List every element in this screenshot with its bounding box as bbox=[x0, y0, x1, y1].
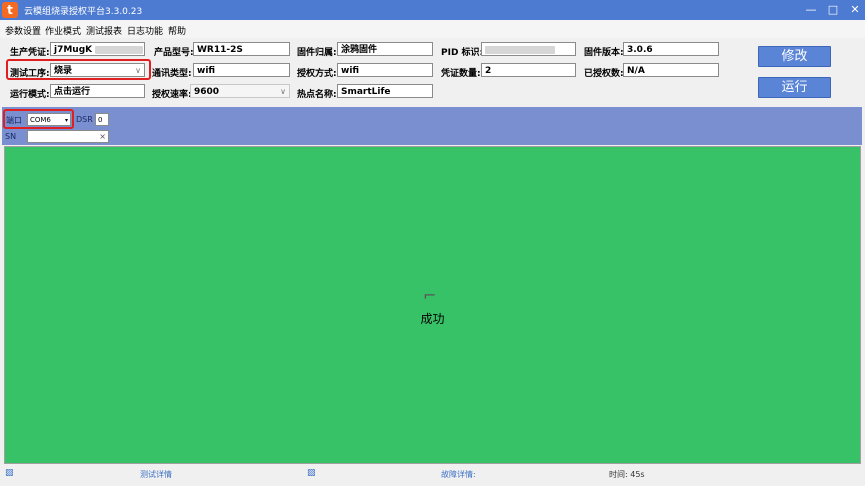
maximize-button[interactable]: □ bbox=[825, 2, 841, 18]
chevron-down-icon: ∨ bbox=[280, 87, 286, 96]
auth-method-label: 授权方式: bbox=[297, 69, 337, 79]
firmware-version-label: 固件版本: bbox=[584, 48, 624, 58]
title-bar: t 云模组烧录授权平台3.3.0.23 — □ ✕ bbox=[0, 0, 865, 20]
redacted-block bbox=[485, 45, 555, 54]
firmware-version-field[interactable]: 3.0.6 bbox=[623, 42, 719, 56]
redacted-block bbox=[95, 45, 144, 54]
sn-bar bbox=[2, 127, 862, 145]
run-mode-label: 运行模式: bbox=[10, 90, 50, 100]
fault-details-label: 故障详情: bbox=[441, 470, 476, 479]
hotspot-name-label: 热点名称: bbox=[297, 90, 337, 100]
dsr-field[interactable]: 0 bbox=[95, 113, 109, 126]
product-model-label: 产品型号: bbox=[154, 48, 194, 58]
status-text: 成功 bbox=[420, 312, 445, 326]
minimize-button[interactable]: — bbox=[803, 2, 819, 18]
pid-label: PID 标识: bbox=[441, 48, 484, 58]
modify-button[interactable]: 修改 bbox=[758, 46, 831, 67]
menu-bar: 参数设置 作业模式 测试报表 日志功能 帮助 bbox=[0, 20, 865, 38]
auth-rate-label: 授权速率: bbox=[152, 90, 192, 100]
production-credential-label: 生产凭证: bbox=[10, 48, 50, 58]
run-button[interactable]: 运行 bbox=[758, 77, 831, 98]
hotspot-name-field[interactable]: SmartLife bbox=[337, 84, 433, 98]
production-credential-field[interactable]: j7MugK bbox=[50, 42, 145, 56]
comm-type-field[interactable]: wifi bbox=[193, 63, 290, 77]
test-details-link[interactable]: 测试详情 bbox=[140, 469, 172, 480]
production-credential-value: j7MugK bbox=[54, 45, 93, 55]
menu-item-work-mode[interactable]: 作业模式 bbox=[45, 24, 81, 37]
menu-item-parameter-settings[interactable]: 参数设置 bbox=[5, 24, 41, 37]
firmware-owner-label: 固件归属: bbox=[297, 48, 337, 58]
close-button[interactable]: ✕ bbox=[847, 2, 863, 18]
cursor-icon: ⌐ bbox=[423, 286, 437, 305]
credential-count-field[interactable]: 2 bbox=[481, 63, 576, 77]
credential-count-label: 凭证数量: bbox=[441, 69, 481, 79]
status-panel bbox=[4, 146, 861, 464]
app-logo-icon: t bbox=[2, 2, 18, 18]
clear-icon[interactable]: × bbox=[99, 131, 106, 143]
menu-item-log-functions[interactable]: 日志功能 bbox=[127, 24, 163, 37]
sn-input[interactable]: × bbox=[27, 130, 109, 143]
comm-type-label: 通讯类型: bbox=[152, 69, 192, 79]
auth-rate-select[interactable]: 9600 ∨ bbox=[190, 84, 290, 98]
authorized-count-label: 已授权数: bbox=[584, 69, 624, 79]
highlight-port bbox=[3, 109, 74, 129]
menu-item-help[interactable]: 帮助 bbox=[168, 24, 186, 37]
sn-label: SN bbox=[5, 132, 17, 141]
details-icon[interactable]: ▨ bbox=[307, 468, 317, 478]
pid-field[interactable] bbox=[481, 42, 576, 56]
run-mode-field[interactable]: 点击运行 bbox=[50, 84, 145, 98]
dsr-label: DSR bbox=[76, 115, 93, 124]
window-title: 云模组烧录授权平台3.3.0.23 bbox=[24, 7, 143, 17]
firmware-owner-field[interactable]: 涂鸦固件 bbox=[337, 42, 433, 56]
highlight-test-process bbox=[6, 59, 151, 80]
menu-item-test-report[interactable]: 测试报表 bbox=[86, 24, 122, 37]
details-icon[interactable]: ▨ bbox=[5, 468, 15, 478]
port-bar bbox=[2, 107, 862, 127]
authorized-count-field[interactable]: N/A bbox=[623, 63, 719, 77]
elapsed-time: 时间: 45s bbox=[609, 470, 645, 479]
auth-rate-value: 9600 bbox=[194, 87, 220, 97]
product-model-field[interactable]: WR11-2S bbox=[193, 42, 290, 56]
auth-method-field[interactable]: wifi bbox=[337, 63, 433, 77]
footer-bar bbox=[0, 466, 865, 486]
